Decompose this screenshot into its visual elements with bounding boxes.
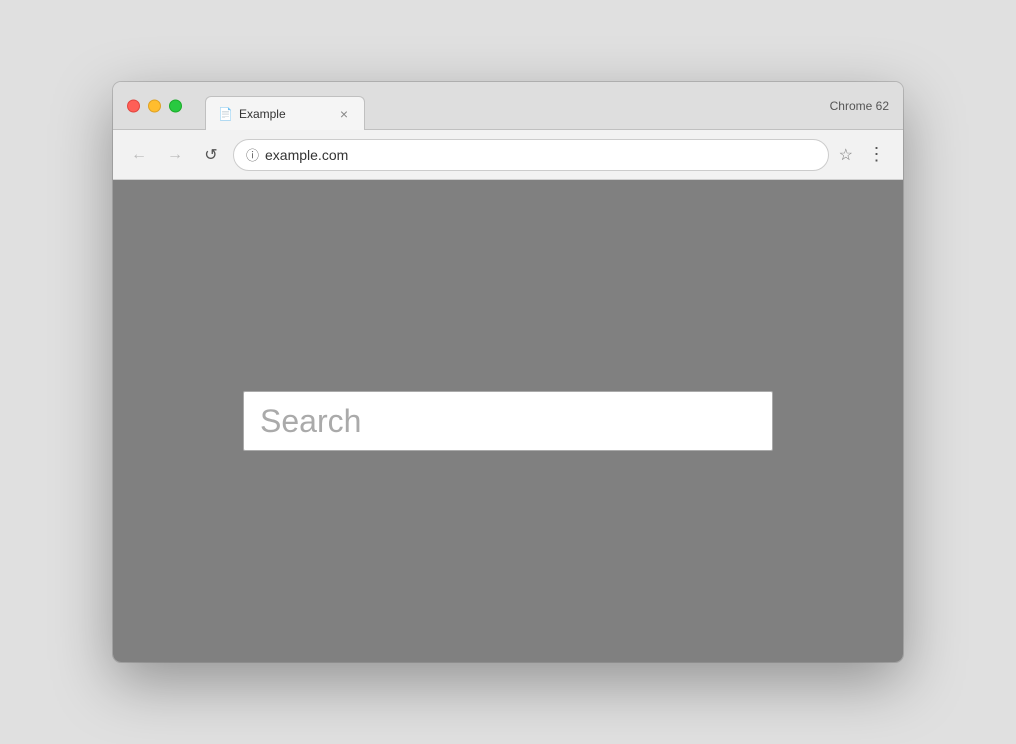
- tab-title: Example: [239, 107, 330, 121]
- toolbar: ← → ↺ ⓘ ☆ ⋮: [113, 130, 903, 180]
- minimize-button[interactable]: [148, 99, 161, 112]
- more-options-button[interactable]: ⋮: [863, 141, 891, 169]
- close-button[interactable]: [127, 99, 140, 112]
- address-input[interactable]: [265, 147, 816, 163]
- address-bar[interactable]: ⓘ: [233, 139, 829, 171]
- active-tab[interactable]: 📄 Example ×: [205, 96, 365, 130]
- reload-button[interactable]: ↺: [197, 141, 225, 169]
- title-bar: 📄 Example × Chrome 62: [113, 82, 903, 130]
- bookmark-icon: ☆: [839, 147, 853, 164]
- search-wrapper: [243, 391, 773, 451]
- tab-page-icon: 📄: [218, 107, 233, 121]
- window-controls: [127, 99, 182, 112]
- reload-icon: ↺: [204, 145, 217, 165]
- back-button[interactable]: ←: [125, 141, 153, 169]
- back-icon: ←: [131, 146, 147, 164]
- chrome-version-label: Chrome 62: [830, 99, 889, 113]
- more-options-icon: ⋮: [868, 144, 887, 165]
- security-icon: ⓘ: [246, 145, 259, 164]
- forward-button[interactable]: →: [161, 141, 189, 169]
- bookmark-button[interactable]: ☆: [837, 143, 855, 167]
- search-input[interactable]: [243, 391, 773, 451]
- forward-icon: →: [167, 146, 183, 164]
- tab-close-button[interactable]: ×: [336, 106, 352, 122]
- page-content: [113, 180, 903, 662]
- maximize-button[interactable]: [169, 99, 182, 112]
- tab-area: 📄 Example ×: [205, 95, 891, 129]
- browser-window: 📄 Example × Chrome 62 ← → ↺ ⓘ ☆ ⋮: [113, 82, 903, 662]
